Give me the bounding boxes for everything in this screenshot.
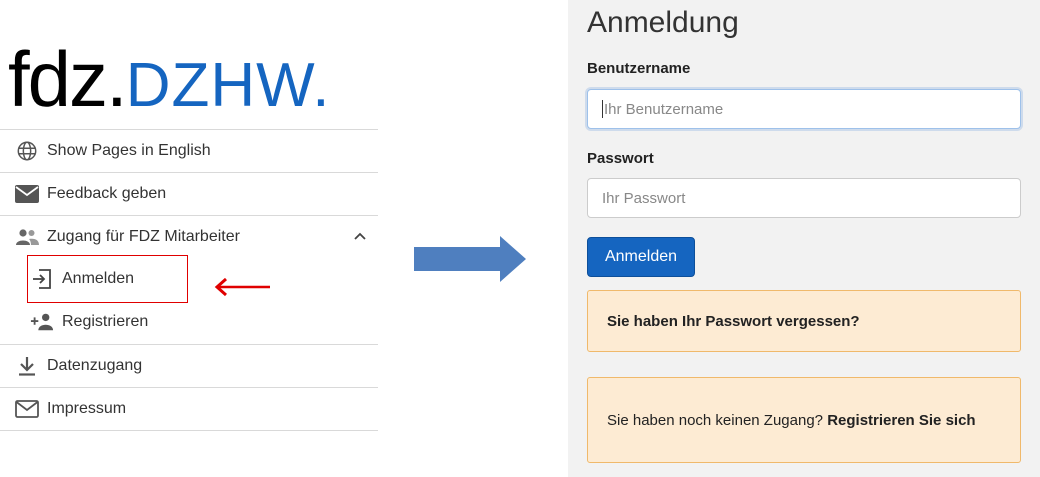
forgot-password-notice[interactable]: Sie haben Ihr Passwort vergessen? — [587, 290, 1021, 352]
register-link[interactable]: Registrieren Sie sich — [827, 412, 975, 429]
password-placeholder: Ihr Passwort — [602, 189, 686, 207]
username-placeholder: Ihr Benutzername — [604, 100, 724, 118]
forgot-password-link[interactable]: Sie haben Ihr Passwort vergessen? — [607, 313, 860, 330]
sidebar-item-english[interactable]: Show Pages in English — [0, 129, 378, 172]
fdz-dzhw-logo[interactable]: fdz.DZHW. — [8, 34, 330, 124]
people-icon — [14, 226, 40, 248]
register-notice: Sie haben noch keinen Zugang? Registrier… — [587, 377, 1021, 463]
login-panel: Anmeldung Benutzername Ihr Benutzername … — [568, 0, 1040, 477]
globe-icon — [14, 140, 40, 162]
mail-outline-icon — [14, 398, 40, 420]
person-add-icon — [30, 311, 54, 333]
download-icon — [14, 355, 40, 377]
annotation-highlight-box — [27, 255, 188, 303]
sidebar-item-feedback[interactable]: Feedback geben — [0, 172, 378, 215]
sidebar-item-staff-access[interactable]: Zugang für FDZ Mitarbeiter — [0, 215, 378, 258]
sidebar-item-data-access[interactable]: Datenzugang — [0, 344, 378, 387]
username-label: Benutzername — [587, 60, 691, 77]
sidebar-subitem-register[interactable]: Registrieren — [0, 301, 378, 343]
register-prefix-text: Sie haben noch keinen Zugang? — [607, 411, 828, 429]
sidebar-item-label: Feedback geben — [47, 185, 167, 202]
mail-filled-icon — [14, 183, 40, 205]
password-input[interactable]: Ihr Passwort — [587, 178, 1021, 218]
sidebar-item-label: Zugang für FDZ Mitarbeiter — [47, 228, 240, 245]
text-caret — [602, 100, 603, 118]
transition-arrow-icon — [414, 236, 526, 282]
username-input[interactable]: Ihr Benutzername — [587, 89, 1021, 129]
sidebar-item-label: Impressum — [47, 400, 127, 417]
page-title: Anmeldung — [587, 6, 739, 39]
password-label: Passwort — [587, 150, 654, 167]
sidebar-item-imprint[interactable]: Impressum — [0, 387, 378, 431]
sidebar-item-label: Registrieren — [62, 313, 149, 330]
sidebar-item-label: Show Pages in English — [47, 142, 211, 159]
logo-dzhw-text: DZHW. — [125, 51, 331, 120]
chevron-up-icon[interactable] — [352, 228, 368, 244]
logo-fdz-text: fdz. — [8, 35, 128, 123]
login-submit-button[interactable]: Anmelden — [587, 237, 695, 277]
sidebar: fdz.DZHW. Show Pages in English Feedback… — [0, 0, 378, 477]
annotation-red-arrow-icon — [214, 277, 270, 297]
sidebar-item-label: Datenzugang — [47, 357, 143, 374]
